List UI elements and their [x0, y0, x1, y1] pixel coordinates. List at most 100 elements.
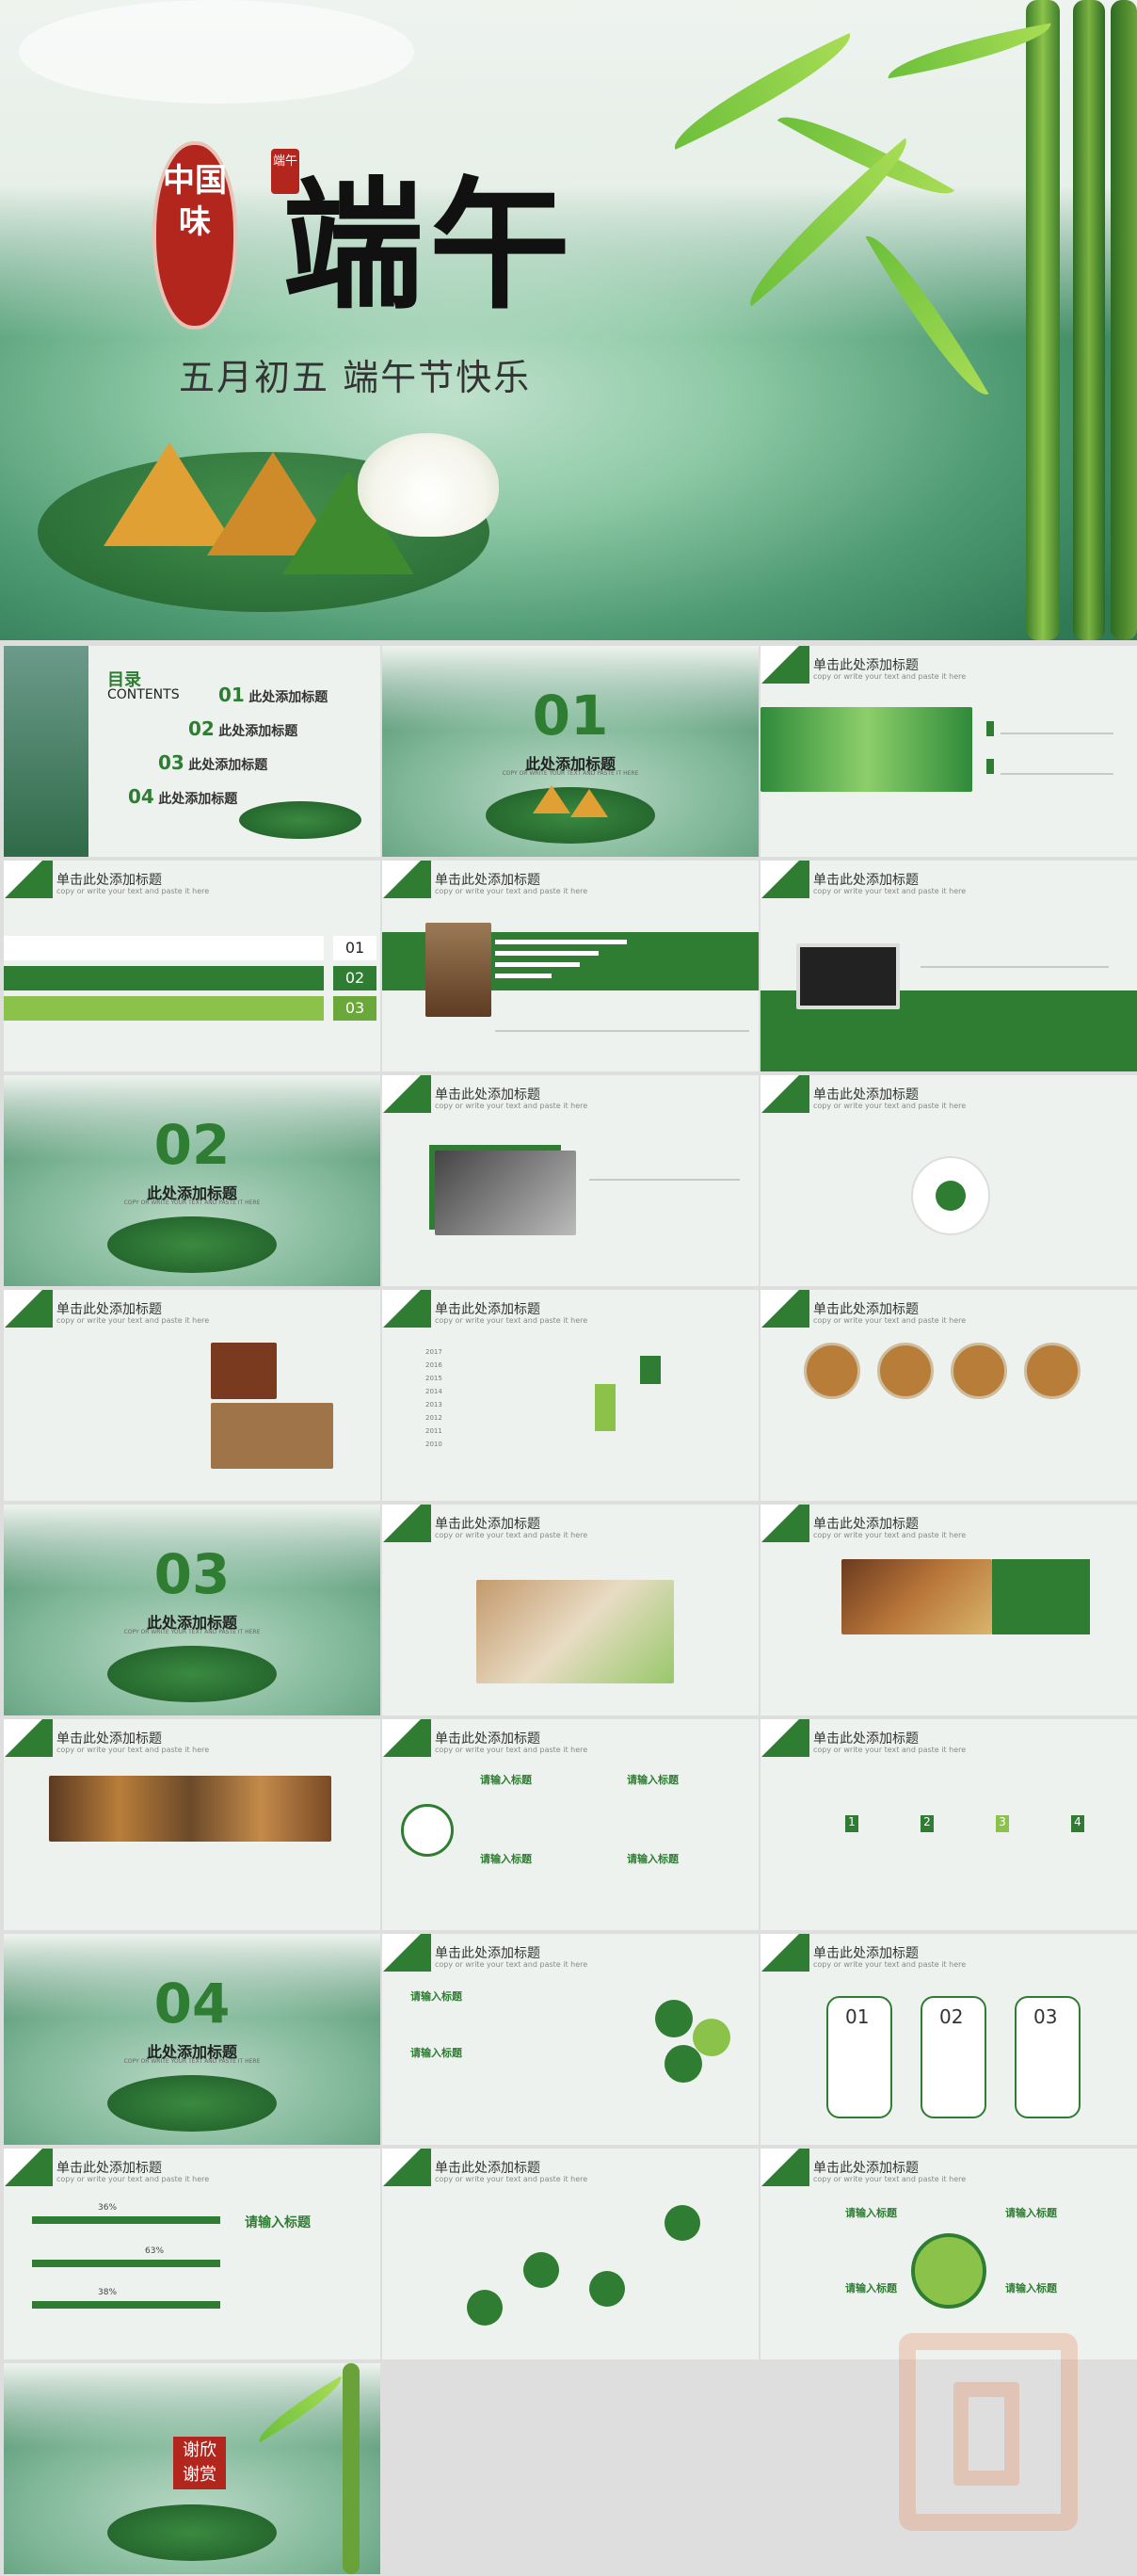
header-triangle	[761, 1290, 809, 1328]
card-number: 01	[845, 2005, 870, 2028]
slide-section-01[interactable]: 01 此处添加标题 COPY OR WRITE YOUR TEXT AND PA…	[382, 646, 759, 857]
slide-dessert-photo[interactable]: 单击此处添加标题 copy or write your text and past…	[382, 1505, 759, 1715]
thanks-char: 谢	[183, 2440, 200, 2460]
slide-subtitle: copy or write your text and paste it her…	[435, 887, 588, 895]
slide-header: 单击此处添加标题 copy or write your text and past…	[382, 1934, 759, 1981]
contents-item[interactable]: 01 此处添加标题	[218, 684, 328, 706]
slide-subtitle: copy or write your text and paste it her…	[435, 1316, 588, 1325]
tab-number: 03	[333, 996, 376, 1021]
slide-four-icons[interactable]: 单击此处添加标题 copy or write your text and past…	[761, 1719, 1137, 1930]
timeline-marker	[595, 1384, 616, 1431]
slide-progress[interactable]: 单击此处添加标题 copy or write your text and past…	[4, 2149, 380, 2359]
slide-subtitle: copy or write your text and paste it her…	[813, 1960, 967, 1969]
hex-photo	[655, 2000, 693, 2037]
slide-hex-photos[interactable]: 单击此处添加标题 copy or write your text and past…	[382, 1934, 759, 2145]
section-number: 02	[153, 1113, 231, 1177]
path-node	[665, 2205, 700, 2241]
slide-title: 单击此处添加标题	[435, 1517, 540, 1532]
slide-section-04[interactable]: 04 此处添加标题 COPY OR WRITE YOUR TEXT AND PA…	[4, 1934, 380, 2145]
slide-subtitle: copy or write your text and paste it her…	[813, 672, 967, 681]
slide-title: 单击此处添加标题	[813, 873, 919, 888]
quad-number: 3	[996, 1815, 1009, 1832]
slide-title: 单击此处添加标题	[435, 1087, 540, 1103]
slide-subtitle: copy or write your text and paste it her…	[435, 1102, 588, 1110]
slide-timeline[interactable]: 单击此处添加标题 copy or write your text and past…	[382, 1290, 759, 1501]
slide-section-02[interactable]: 02 此处添加标题 COPY OR WRITE YOUR TEXT AND PA…	[4, 1075, 380, 1286]
slide-title: 单击此处添加标题	[435, 1946, 540, 1961]
slide-hub[interactable]: 单击此处添加标题 copy or write your text and past…	[761, 1075, 1137, 1286]
contents-num: 04	[128, 785, 154, 808]
bamboo-stalk	[1111, 0, 1137, 640]
zongzi-dish	[239, 801, 361, 839]
slide-header: 单击此处添加标题 copy or write your text and past…	[761, 1934, 1137, 1981]
slide-title: 单击此处添加标题	[813, 1087, 919, 1103]
contents-item[interactable]: 02 此处添加标题	[188, 717, 297, 740]
slide-subtitle: copy or write your text and paste it her…	[813, 887, 967, 895]
hex-photo	[693, 2019, 730, 2056]
slide-header: 单击此处添加标题 copy or write your text and past…	[4, 2149, 380, 2196]
slide-thanks[interactable]: 谢欣 谢赏	[4, 2363, 380, 2574]
zongzi-photo	[425, 923, 491, 1017]
input-title: 请输入标题	[410, 1990, 462, 2003]
slide-title: 单击此处添加标题	[56, 1731, 162, 1747]
slide-header: 单击此处添加标题 copy or write your text and past…	[382, 1290, 759, 1337]
zongzi-photo	[841, 1559, 992, 1634]
header-triangle	[4, 861, 53, 898]
card-number: 02	[939, 2005, 964, 2028]
slide-photo-greenbox[interactable]: 单击此处添加标题 copy or write your text and past…	[761, 1505, 1137, 1715]
contents-item[interactable]: 03 此处添加标题	[158, 751, 267, 774]
quad-number: 2	[921, 1815, 934, 1832]
progress-label: 36%	[98, 2203, 118, 2213]
contents-num: 03	[158, 751, 184, 774]
watermark-logo	[899, 2333, 1078, 2531]
slide-bw-photo[interactable]: 单击此处添加标题 copy or write your text and past…	[382, 1075, 759, 1286]
slide-numbered-tabs[interactable]: 单击此处添加标题 copy or write your text and past…	[4, 861, 380, 1071]
slide-tea-photos[interactable]: 单击此处添加标题 copy or write your text and past…	[4, 1290, 380, 1501]
slide-header: 单击此处添加标题 copy or write your text and past…	[382, 2149, 759, 2196]
bw-photo	[435, 1151, 576, 1235]
thanks-char: 赏	[200, 2465, 216, 2485]
slide-title: 单击此处添加标题	[813, 1302, 919, 1317]
header-triangle	[761, 2149, 809, 2186]
slide-title: 单击此处添加标题	[435, 1731, 540, 1747]
progress-bar	[32, 2216, 220, 2224]
hero-cloud	[19, 0, 414, 104]
slide-hexagon[interactable]: 单击此处添加标题 copy or write your text and past…	[382, 1719, 759, 1930]
slide-subtitle: copy or write your text and paste it her…	[435, 2175, 588, 2183]
year-label: 2017	[425, 1348, 442, 1356]
slide-contents[interactable]: 目录 CONTENTS 01 此处添加标题 02 此处添加标题 03 此处添加标…	[4, 646, 380, 857]
slide-three-cards[interactable]: 单击此处添加标题 copy or write your text and past…	[761, 1934, 1137, 2145]
photo-circle	[1024, 1343, 1081, 1399]
section-number: 01	[532, 684, 609, 748]
header-triangle	[761, 1934, 809, 1972]
zongzi-dish	[107, 1646, 277, 1702]
slide-center-dish[interactable]: 单击此处添加标题 copy or write your text and past…	[761, 2149, 1137, 2359]
slide-monitor[interactable]: 单击此处添加标题 copy or write your text and past…	[761, 861, 1137, 1071]
contents-label: 此处添加标题	[188, 758, 268, 773]
slide-header: 单击此处添加标题 copy or write your text and past…	[382, 1505, 759, 1552]
text-line	[589, 1179, 740, 1181]
slide-section-03[interactable]: 03 此处添加标题 COPY OR WRITE YOUR TEXT AND PA…	[4, 1505, 380, 1715]
seal-text: 中国味	[163, 162, 227, 241]
slide-bamboo-photo[interactable]: 单击此处添加标题 copy or write your text and past…	[761, 646, 1137, 857]
header-triangle	[4, 1719, 53, 1757]
slide-photo-strip[interactable]: 单击此处添加标题 copy or write your text and past…	[4, 1719, 380, 1930]
slide-wave-path[interactable]: 单击此处添加标题 copy or write your text and past…	[382, 2149, 759, 2359]
slide-subtitle: copy or write your text and paste it her…	[56, 1746, 210, 1754]
slide-four-circles[interactable]: 单击此处添加标题 copy or write your text and past…	[761, 1290, 1137, 1501]
thanks-seal: 谢欣 谢赏	[173, 2437, 226, 2489]
contents-label: 此处添加标题	[218, 724, 298, 739]
year-label: 2011	[425, 1427, 442, 1435]
contents-label: 此处添加标题	[158, 792, 238, 807]
contents-item[interactable]: 04 此处添加标题	[128, 785, 237, 808]
slide-bar-list[interactable]: 单击此处添加标题 copy or write your text and past…	[382, 861, 759, 1071]
header-triangle	[761, 646, 809, 684]
hex-photo	[665, 2045, 702, 2083]
quad-number: 4	[1071, 1815, 1084, 1832]
section-small-text: COPY OR WRITE YOUR TEXT AND PASTE IT HER…	[123, 1199, 261, 1206]
bamboo-stalk	[343, 2363, 360, 2574]
chart-icon	[986, 759, 994, 774]
slide-header: 单击此处添加标题 copy or write your text and past…	[761, 646, 1137, 693]
slide-subtitle: copy or write your text and paste it her…	[435, 1531, 588, 1539]
section-number: 03	[153, 1542, 231, 1606]
